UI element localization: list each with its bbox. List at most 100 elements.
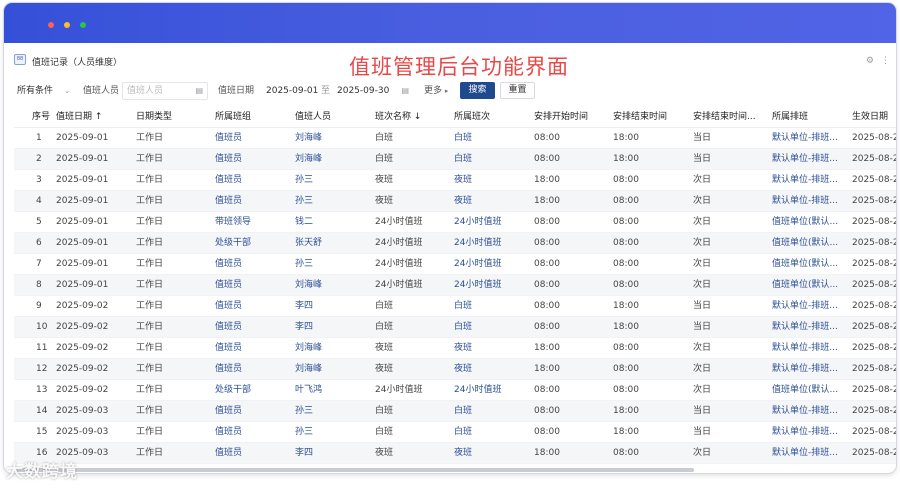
table-cell-link[interactable]: 孙三 bbox=[295, 422, 375, 443]
close-window-dot[interactable] bbox=[48, 22, 54, 28]
column-header[interactable]: 所属班次 bbox=[454, 107, 534, 128]
table-cell-link[interactable]: 值班单位(默认... bbox=[772, 233, 842, 254]
table-cell-link[interactable]: 值班员 bbox=[215, 128, 295, 149]
table-cell-link[interactable]: 值班单位(默认... bbox=[772, 380, 842, 401]
column-header[interactable]: 值班日期 ↑ bbox=[56, 107, 136, 128]
table-cell-link[interactable]: 白班 bbox=[454, 317, 534, 338]
column-header[interactable]: 安排结束时间... bbox=[693, 107, 767, 128]
table-row[interactable]: 6 2025-09-01 工作日 处级干部 张天舒 24小时值班 24小时值班 08:00 08… bbox=[14, 233, 896, 254]
table-cell-link[interactable]: 刘海峰 bbox=[295, 338, 375, 359]
table-cell-link[interactable]: 孙三 bbox=[295, 254, 375, 275]
table-cell-link[interactable]: 默认单位-排班... bbox=[772, 191, 842, 212]
table-cell-link[interactable]: 值班员 bbox=[215, 191, 295, 212]
table-cell-link[interactable]: 白班 bbox=[454, 128, 534, 149]
table-cell-link[interactable]: 孙三 bbox=[295, 401, 375, 422]
table-cell-link[interactable]: 值班员 bbox=[215, 254, 295, 275]
table-cell-link[interactable]: 24小时值班 bbox=[454, 233, 534, 254]
table-cell-link[interactable]: 默认单位-排班... bbox=[772, 401, 842, 422]
table-row[interactable]: 3 2025-09-01 工作日 值班员 孙三 夜班 夜班 18:00 08:00 次日 默认单位-… bbox=[14, 170, 896, 191]
table-cell-link[interactable]: 值班单位(默认... bbox=[772, 275, 842, 296]
table-cell-link[interactable]: 夜班 bbox=[454, 359, 534, 380]
column-header[interactable]: 序号 bbox=[32, 107, 56, 128]
table-cell-link[interactable]: 刘海峰 bbox=[295, 275, 375, 296]
table-row[interactable]: 1 2025-09-01 工作日 值班员 刘海峰 白班 白班 08:00 18:00 当日 默认单位… bbox=[14, 128, 896, 149]
more-vertical-icon[interactable]: ⋮ bbox=[881, 56, 890, 66]
more-filters-link[interactable]: 更多 ▸ bbox=[424, 83, 448, 99]
table-cell-link[interactable]: 24小时值班 bbox=[454, 275, 534, 296]
table-cell-link[interactable]: 夜班 bbox=[454, 338, 534, 359]
table-cell-link[interactable]: 值班单位(默认... bbox=[772, 254, 842, 275]
table-cell-link[interactable]: 值班员 bbox=[215, 422, 295, 443]
table-cell-link[interactable]: 值班员 bbox=[215, 359, 295, 380]
table-cell-link[interactable]: 默认单位-排班... bbox=[772, 296, 842, 317]
table-row[interactable]: 2 2025-09-01 工作日 值班员 刘海峰 白班 白班 08:00 18:00 当日 默认单位… bbox=[14, 149, 896, 170]
table-cell-link[interactable]: 默认单位-排班... bbox=[772, 128, 842, 149]
table-cell-link[interactable]: 刘海峰 bbox=[295, 149, 375, 170]
table-cell-link[interactable]: 默认单位-排班... bbox=[772, 338, 842, 359]
table-row[interactable]: 12 2025-09-02 工作日 值班员 刘海峰 夜班 夜班 18:00 08:00 次日 默认单… bbox=[14, 359, 896, 380]
table-cell-link[interactable]: 默认单位-排班... bbox=[772, 359, 842, 380]
table-cell-link[interactable]: 叶飞鸿 bbox=[295, 380, 375, 401]
table-cell-link[interactable]: 刘海峰 bbox=[295, 359, 375, 380]
table-row[interactable]: 11 2025-09-02 工作日 值班员 刘海峰 夜班 夜班 18:00 08:00 次日 默认单… bbox=[14, 338, 896, 359]
table-cell-link[interactable]: 带班领导 bbox=[215, 212, 295, 233]
table-row[interactable]: 14 2025-09-03 工作日 值班员 孙三 白班 白班 08:00 18:00 当日 默认单位… bbox=[14, 401, 896, 422]
reset-button[interactable]: 重置 bbox=[500, 82, 535, 99]
table-row[interactable]: 10 2025-09-02 工作日 值班员 李四 白班 白班 08:00 18:00 当日 默认单位… bbox=[14, 317, 896, 338]
table-row[interactable]: 13 2025-09-02 工作日 处级干部 叶飞鸿 24小时值班 24小时值班 08:00 0… bbox=[14, 380, 896, 401]
search-button[interactable]: 搜索 bbox=[460, 82, 495, 99]
table-cell-link[interactable]: 24小时值班 bbox=[454, 254, 534, 275]
horizontal-scrollbar[interactable] bbox=[14, 468, 694, 472]
table-cell-link[interactable]: 默认单位-排班... bbox=[772, 422, 842, 443]
table-cell-link[interactable]: 孙三 bbox=[295, 170, 375, 191]
table-cell-link[interactable]: 默认单位-排班... bbox=[772, 317, 842, 338]
column-header[interactable]: 值班人员 bbox=[295, 107, 375, 128]
column-header[interactable]: 班次名称 ↓ bbox=[375, 107, 455, 128]
table-cell-link[interactable]: 值班员 bbox=[215, 317, 295, 338]
table-cell-link[interactable]: 默认单位-排班... bbox=[772, 149, 842, 170]
table-row[interactable]: 5 2025-09-01 工作日 带班领导 钱二 24小时值班 24小时值班 08:00 08:… bbox=[14, 212, 896, 233]
table-cell-link[interactable]: 李四 bbox=[295, 443, 375, 464]
table-cell-link[interactable]: 值班员 bbox=[215, 338, 295, 359]
table-cell-link[interactable]: 夜班 bbox=[454, 170, 534, 191]
table-cell-link[interactable]: 刘海峰 bbox=[295, 128, 375, 149]
column-header[interactable]: 所属班组 bbox=[215, 107, 295, 128]
column-header[interactable]: 生效日期 bbox=[852, 107, 896, 128]
table-cell-link[interactable]: 张天舒 bbox=[295, 233, 375, 254]
table-row[interactable]: 4 2025-09-01 工作日 值班员 孙三 夜班 夜班 18:00 08:00 次日 默认单位-… bbox=[14, 191, 896, 212]
table-row[interactable]: 8 2025-09-01 工作日 值班员 刘海峰 24小时值班 24小时值班 08:00 08:… bbox=[14, 275, 896, 296]
settings-icon[interactable]: ⚙ bbox=[866, 56, 874, 66]
minimize-window-dot[interactable] bbox=[64, 22, 70, 28]
person-input[interactable]: 值班人员 ▤ bbox=[122, 82, 208, 100]
table-cell-link[interactable]: 值班员 bbox=[215, 170, 295, 191]
table-cell-link[interactable]: 白班 bbox=[454, 149, 534, 170]
table-row[interactable]: 9 2025-09-02 工作日 值班员 李四 白班 白班 08:00 18:00 当日 默认单位-… bbox=[14, 296, 896, 317]
table-cell-link[interactable]: 白班 bbox=[454, 296, 534, 317]
condition-select[interactable]: 所有条件 ⌄ bbox=[17, 83, 72, 99]
table-cell-link[interactable]: 24小时值班 bbox=[454, 380, 534, 401]
table-cell-link[interactable]: 值班员 bbox=[215, 296, 295, 317]
table-row[interactable]: 15 2025-09-03 工作日 值班员 孙三 白班 白班 08:00 18:00 当日 默认单位… bbox=[14, 422, 896, 443]
table-cell-link[interactable]: 值班单位(默认... bbox=[772, 212, 842, 233]
column-header[interactable]: 安排结束时间 bbox=[613, 107, 693, 128]
date-range-input[interactable]: 2025-09-01 至 2025-09-30 ▤ bbox=[256, 82, 414, 100]
table-cell-link[interactable]: 李四 bbox=[295, 296, 375, 317]
table-cell-link[interactable]: 夜班 bbox=[454, 191, 534, 212]
column-header[interactable]: 安排开始时间 bbox=[534, 107, 614, 128]
table-cell-link[interactable]: 处级干部 bbox=[215, 380, 295, 401]
column-header[interactable]: 日期类型 bbox=[136, 107, 214, 128]
table-cell-link[interactable]: 处级干部 bbox=[215, 233, 295, 254]
table-cell-link[interactable]: 默认单位-排班... bbox=[772, 170, 842, 191]
table-cell-link[interactable]: 李四 bbox=[295, 317, 375, 338]
table-row[interactable]: 16 2025-09-03 工作日 值班员 李四 夜班 夜班 18:00 08:00 次日 默认单位… bbox=[14, 443, 896, 464]
table-cell-link[interactable]: 24小时值班 bbox=[454, 212, 534, 233]
table-cell-link[interactable]: 值班员 bbox=[215, 443, 295, 464]
table-cell-link[interactable]: 白班 bbox=[454, 401, 534, 422]
table-cell-link[interactable]: 白班 bbox=[454, 422, 534, 443]
table-cell-link[interactable]: 值班员 bbox=[215, 149, 295, 170]
maximize-window-dot[interactable] bbox=[80, 22, 86, 28]
table-cell-link[interactable]: 孙三 bbox=[295, 191, 375, 212]
table-cell-link[interactable]: 值班员 bbox=[215, 401, 295, 422]
table-cell-link[interactable]: 值班员 bbox=[215, 275, 295, 296]
table-row[interactable]: 7 2025-09-01 工作日 值班员 孙三 24小时值班 24小时值班 08:00 08:0… bbox=[14, 254, 896, 275]
